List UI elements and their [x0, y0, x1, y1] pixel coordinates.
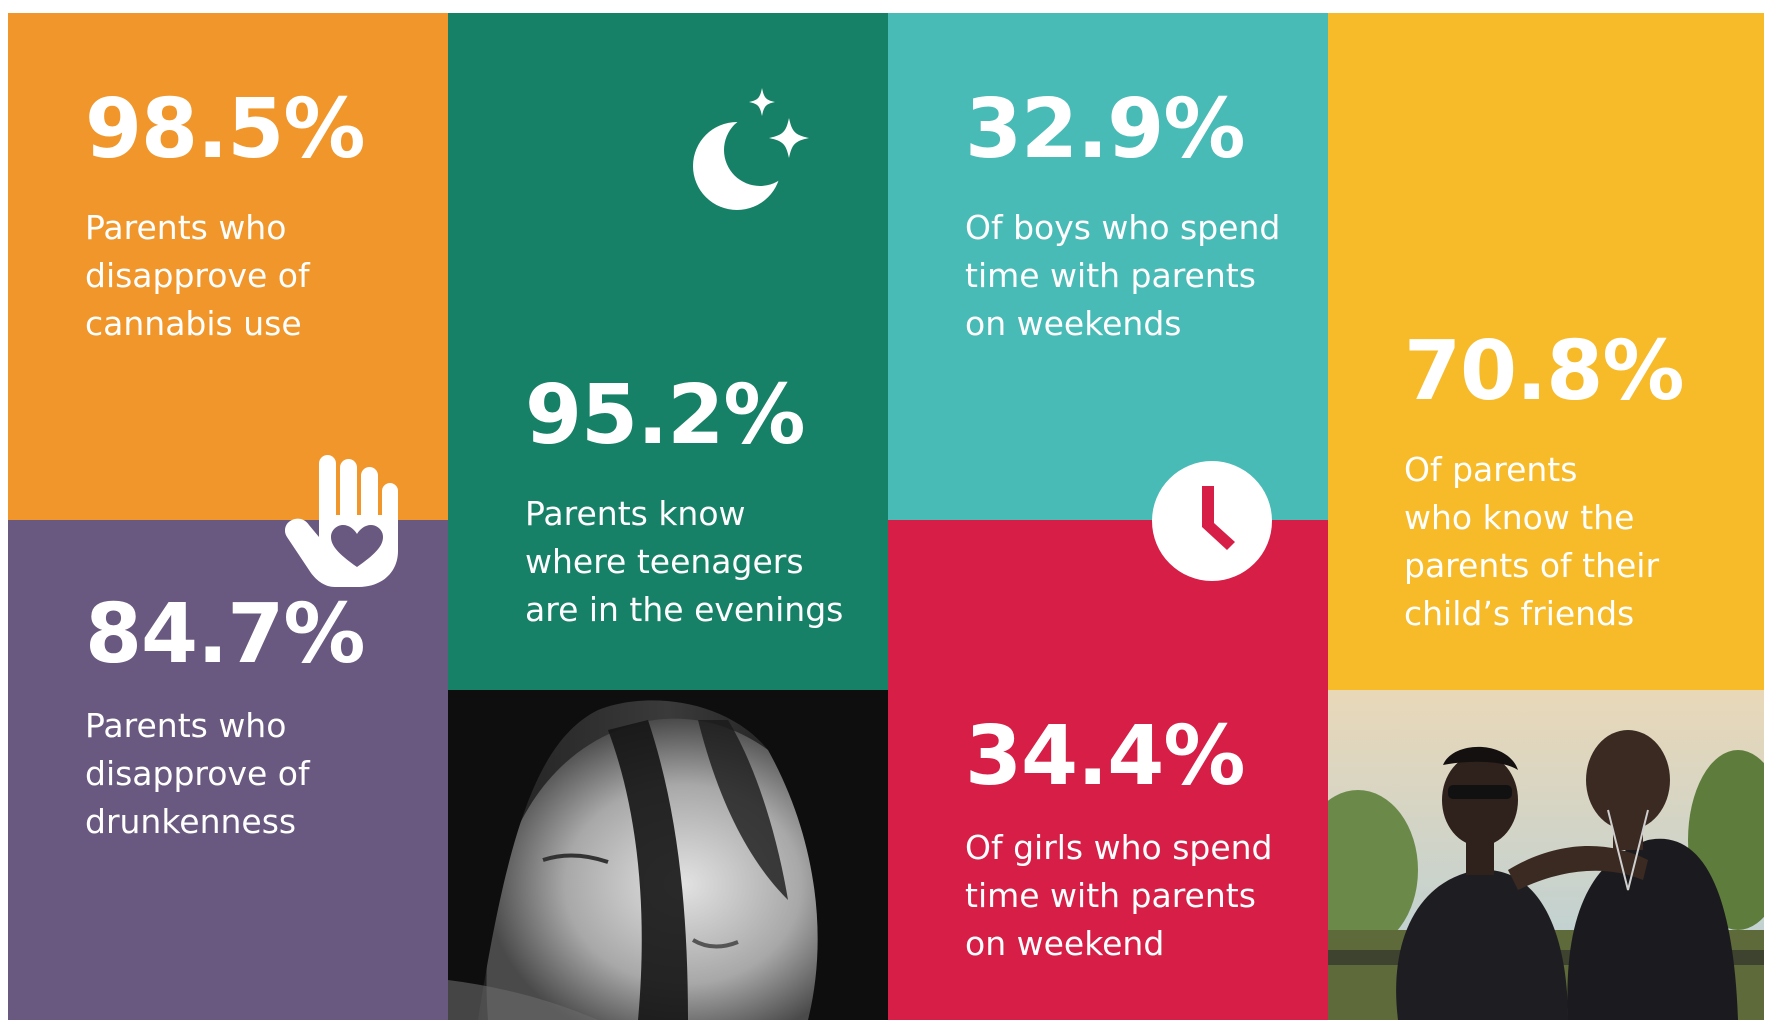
desc-line: Of parents: [1404, 450, 1578, 489]
desc-line: Parents know: [525, 494, 746, 533]
drunkenness-stat-tile: 84.7% Parents who disapprove of drunkenn…: [8, 520, 448, 1020]
desc-line: time with parents: [965, 876, 1256, 915]
desc-line: time with parents: [965, 256, 1256, 295]
desc-line: Parents who: [85, 208, 287, 247]
desc-line: on weekends: [965, 304, 1182, 343]
friends-stat-tile: 70.8% Of parents who know the parents of…: [1328, 13, 1764, 690]
cannabis-stat-tile: 98.5% Parents who disapprove of cannabis…: [8, 13, 448, 520]
boys-stat-value: 32.9%: [965, 82, 1245, 177]
drunkenness-stat-description: Parents who disapprove of drunkenness: [85, 702, 310, 846]
desc-line: Of boys who spend: [965, 208, 1281, 247]
desc-line: child’s friends: [1404, 594, 1635, 633]
desc-line: disapprove of: [85, 256, 310, 295]
desc-line: drunkenness: [85, 802, 297, 841]
desc-line: parents of their: [1404, 546, 1660, 585]
desc-line: who know the: [1404, 498, 1635, 537]
boys-stat-tile: 32.9% Of boys who spend time with parent…: [888, 13, 1328, 520]
evenings-stat-description: Parents know where teenagers are in the …: [525, 490, 843, 634]
desc-line: disapprove of: [85, 754, 310, 793]
desc-line: cannabis use: [85, 304, 302, 343]
desc-line: Parents who: [85, 706, 287, 745]
desc-line: on weekend: [965, 924, 1165, 963]
father-son-photo: [1328, 690, 1764, 1020]
cannabis-stat-description: Parents who disapprove of cannabis use: [85, 204, 310, 348]
friends-stat-value: 70.8%: [1404, 324, 1684, 419]
boys-stat-description: Of boys who spend time with parents on w…: [965, 204, 1280, 348]
desc-line: are in the evenings: [525, 590, 844, 629]
woman-portrait-photo: [448, 690, 888, 1020]
girls-stat-tile: 34.4% Of girls who spend time with paren…: [888, 520, 1328, 1020]
desc-line: where teenagers: [525, 542, 804, 581]
evenings-stat-tile: 95.2% Parents know where teenagers are i…: [448, 13, 888, 690]
moon-stars-icon: [682, 88, 812, 213]
cannabis-stat-value: 98.5%: [85, 82, 365, 177]
evenings-stat-value: 95.2%: [525, 368, 805, 463]
hand-heart-icon: [284, 455, 405, 587]
drunkenness-stat-value: 84.7%: [85, 587, 365, 682]
desc-line: Of girls who spend: [965, 828, 1273, 867]
friends-stat-description: Of parents who know the parents of their…: [1404, 446, 1659, 638]
girls-stat-description: Of girls who spend time with parents on …: [965, 824, 1273, 968]
girls-stat-value: 34.4%: [965, 709, 1245, 804]
clock-icon: [1151, 460, 1273, 582]
